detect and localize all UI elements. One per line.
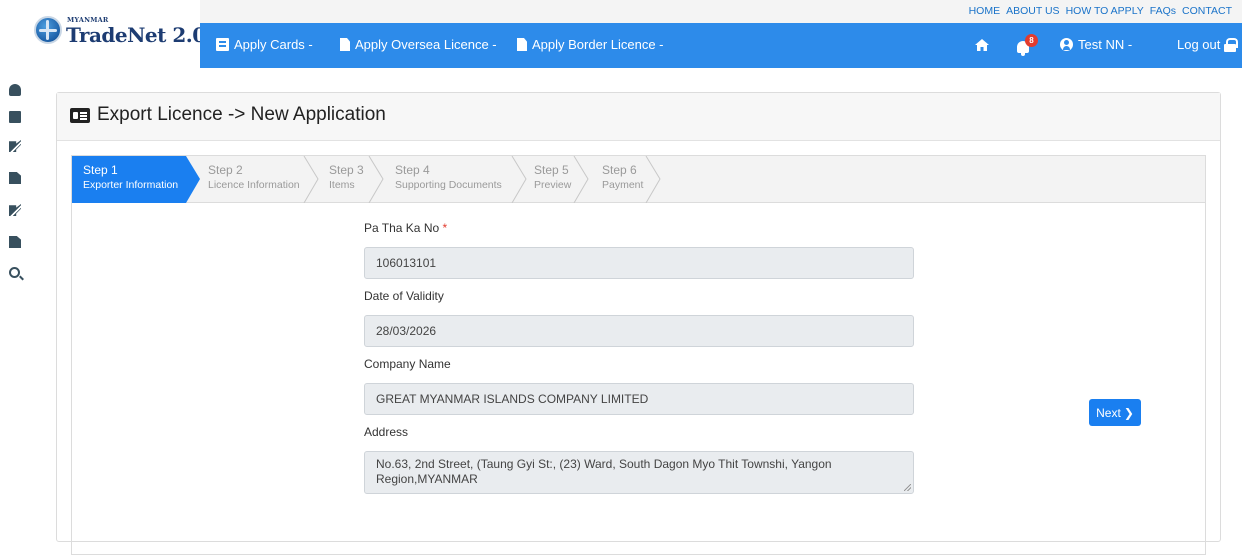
next-button[interactable]: Next ❯ — [1089, 399, 1141, 426]
utility-links: HOME ABOUT US HOW TO APPLY FAQs CONTACT — [969, 5, 1232, 17]
tradenet-logo[interactable]: MYANMAR TradeNet 2.0 — [34, 14, 206, 54]
address-textarea[interactable]: No.63, 2nd Street, (Taung Gyi St:, (23) … — [364, 451, 914, 494]
address-line-1: No.63, 2nd Street, (Taung Gyi St:, (23) … — [376, 457, 832, 471]
step-2-label: Licence Information — [208, 179, 300, 191]
nav-apply-border-label: Apply Border Licence - — [532, 37, 664, 52]
resize-handle-icon[interactable] — [904, 484, 911, 491]
next-button-label: Next — [1096, 405, 1121, 420]
logout-link[interactable]: Log out — [1177, 37, 1239, 52]
step-1[interactable]: Step 1 Exporter Information — [83, 163, 178, 193]
util-link-how-to-apply[interactable]: HOW TO APPLY — [1066, 5, 1144, 17]
step-divider — [303, 156, 319, 203]
validity-field[interactable]: 28/03/2026 — [364, 315, 914, 347]
step-5-number: Step 5 — [534, 163, 569, 177]
page-title: Export Licence -> New Application — [70, 104, 386, 126]
application-wizard: Step 1 Exporter Information Step 2 Licen… — [71, 155, 1206, 555]
id-card-icon — [70, 107, 90, 123]
search-icon[interactable] — [9, 267, 20, 278]
file-icon — [340, 38, 350, 51]
logo-big-text: TradeNet 2.0 — [66, 23, 206, 47]
step-4-label: Supporting Documents — [395, 179, 502, 191]
edit-document-icon[interactable] — [9, 140, 21, 152]
application-card: Export Licence -> New Application Step 1… — [56, 92, 1221, 555]
company-name-field[interactable]: GREAT MYANMAR ISLANDS COMPANY LIMITED — [364, 383, 914, 415]
step-2[interactable]: Step 2 Licence Information — [208, 163, 300, 193]
user-circle-icon — [1060, 38, 1073, 51]
nav-apply-oversea-label: Apply Oversea Licence - — [355, 37, 497, 52]
lock-icon — [1224, 37, 1239, 52]
step-6[interactable]: Step 6 Payment — [602, 163, 643, 193]
logout-label: Log out — [1177, 37, 1221, 52]
step-1-number: Step 1 — [83, 163, 118, 177]
exporter-information-form: Pa Tha Ka No * 106013101 Date of Validit… — [364, 221, 914, 494]
id-card-icon[interactable] — [9, 111, 21, 123]
util-link-about[interactable]: ABOUT US — [1006, 5, 1059, 17]
notification-bell[interactable]: 8 — [1013, 34, 1039, 58]
step-2-number: Step 2 — [208, 163, 243, 177]
step-6-label: Payment — [602, 179, 644, 191]
step-divider — [511, 156, 527, 203]
main-navbar: Apply Cards - Apply Oversea Licence - Ap… — [200, 23, 1242, 68]
step-divider — [368, 156, 384, 203]
step-5[interactable]: Step 5 Preview — [534, 163, 571, 193]
nav-apply-cards[interactable]: Apply Cards - — [216, 37, 313, 52]
pathakano-field[interactable]: 106013101 — [364, 247, 914, 279]
step-1-label: Exporter Information — [83, 179, 179, 191]
step-3-label: Items — [329, 179, 355, 191]
id-card-icon — [216, 38, 229, 51]
address-label: Address — [364, 425, 409, 439]
step-4[interactable]: Step 4 Supporting Documents — [395, 163, 502, 193]
pathakano-label: Pa Tha Ka No * — [364, 221, 914, 239]
step-4-number: Step 4 — [395, 163, 430, 177]
util-link-home[interactable]: HOME — [969, 5, 1001, 17]
util-link-faqs[interactable]: FAQs — [1150, 5, 1176, 17]
home-icon[interactable] — [974, 38, 990, 52]
file-icon — [517, 38, 527, 51]
step-divider — [645, 156, 661, 203]
required-marker: * — [442, 221, 448, 235]
util-link-contact[interactable]: CONTACT — [1182, 5, 1232, 17]
left-sidebar — [0, 68, 30, 531]
pathakano-label-text: Pa Tha Ka No — [364, 221, 440, 235]
notification-count-badge: 8 — [1025, 34, 1038, 47]
step-3[interactable]: Step 3 Items — [329, 163, 364, 193]
code-file-icon[interactable] — [9, 172, 21, 184]
wizard-steps: Step 1 Exporter Information Step 2 Licen… — [72, 156, 1205, 203]
step-divider — [573, 156, 589, 203]
nav-apply-oversea-licence[interactable]: Apply Oversea Licence - — [340, 37, 497, 52]
dashboard-icon[interactable] — [9, 84, 21, 96]
page-title-text: Export Licence -> New Application — [97, 104, 386, 125]
edit-document-icon[interactable] — [9, 204, 21, 216]
company-name-label: Company Name — [364, 357, 451, 371]
code-file-icon[interactable] — [9, 236, 21, 248]
address-line-2: Region,MYANMAR — [376, 472, 478, 486]
user-name: Test NN - — [1078, 37, 1133, 52]
user-menu[interactable]: Test NN - — [1060, 37, 1132, 52]
globe-icon — [34, 16, 62, 44]
nav-apply-cards-label: Apply Cards - — [234, 37, 313, 52]
step-5-label: Preview — [534, 179, 572, 191]
step-6-number: Step 6 — [602, 163, 637, 177]
card-header: Export Licence -> New Application — [57, 93, 1220, 141]
step-3-number: Step 3 — [329, 163, 364, 177]
chevron-right-icon: ❯ — [1123, 405, 1134, 420]
validity-label: Date of Validity — [364, 289, 444, 303]
nav-apply-border-licence[interactable]: Apply Border Licence - — [517, 37, 664, 52]
